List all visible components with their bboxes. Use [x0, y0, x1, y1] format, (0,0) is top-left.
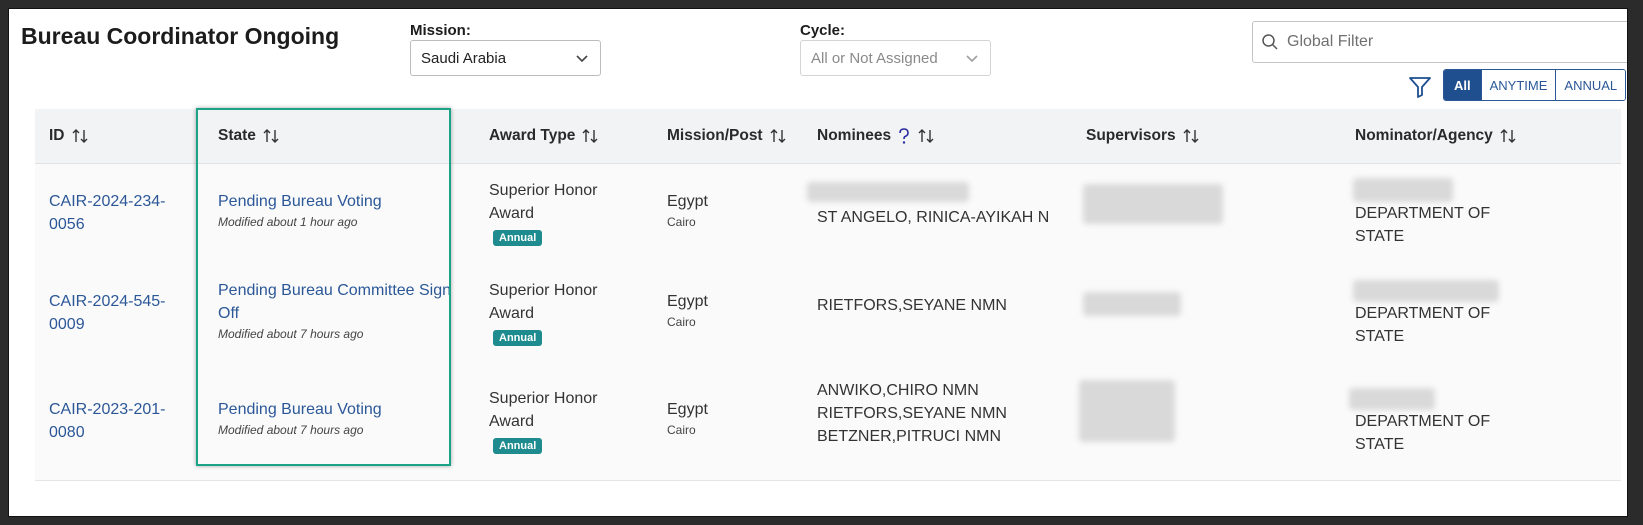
table-row[interactable]: CAIR-2023-201- 0080 Pending Bureau Votin… [35, 364, 1621, 481]
redacted-supervisor [1083, 184, 1223, 224]
agency-cell: DEPARTMENT OF STATE [1355, 205, 1491, 245]
mission-post-cell: Egypt Cairo [667, 293, 708, 329]
sort-icon [770, 129, 786, 143]
cycle-select-value: All or Not Assigned [811, 49, 938, 67]
segment-all[interactable]: All [1444, 70, 1481, 100]
award-type-cell: Superior Honor Award Annual [489, 282, 598, 346]
nomination-id-link[interactable]: CAIR-2023-201- 0080 [49, 398, 166, 444]
column-header-nominees[interactable]: Nominees [817, 109, 935, 163]
table-header: ID State Award Type Mission/Post Nominee… [35, 109, 1621, 164]
segment-annual[interactable]: ANNUAL [1555, 70, 1626, 100]
redacted-text [807, 182, 969, 202]
sort-icon [582, 129, 598, 143]
cycle-select[interactable]: All or Not Assigned [800, 40, 991, 76]
award-cycle-badge: Annual [493, 438, 543, 454]
agency-cell: DEPARTMENT OF STATE [1355, 305, 1491, 345]
state-link[interactable]: Pending Bureau Voting [218, 190, 382, 213]
agency-cell: DEPARTMENT OF STATE [1355, 413, 1491, 453]
nominees-cell: ANWIKO,CHIRO NMN RIETFORS,SEYANE NMN BET… [817, 382, 1007, 445]
mission-select-value: Saudi Arabia [421, 49, 507, 67]
mission-post-cell: Egypt Cairo [667, 193, 708, 229]
sort-icon [918, 129, 934, 143]
modified-text: Modified about 7 hours ago [218, 423, 364, 437]
column-header-award-type[interactable]: Award Type [489, 109, 599, 163]
column-header-id[interactable]: ID [49, 109, 89, 163]
page-title: Bureau Coordinator Ongoing [21, 23, 340, 49]
nominees-cell: ST ANGELO, RINICA-AYIKAH N [817, 209, 1050, 226]
global-filter-placeholder: Global Filter [1287, 33, 1374, 50]
award-cycle-toggle: All ANYTIME ANNUAL [1443, 69, 1627, 101]
table-row[interactable]: CAIR-2024-545- 0009 Pending Bureau Commi… [35, 264, 1621, 365]
nominees-cell: RIETFORS,SEYANE NMN [817, 297, 1007, 314]
award-type-cell: Superior Honor Award Annual [489, 182, 598, 246]
nomination-id-link[interactable]: CAIR-2024-545- 0009 [49, 290, 166, 336]
modified-text: Modified about 7 hours ago [218, 327, 364, 341]
sort-icon [1183, 129, 1199, 143]
mission-select[interactable]: Saudi Arabia [410, 40, 601, 76]
question-mark-icon[interactable] [897, 127, 911, 145]
sort-icon [1500, 129, 1516, 143]
state-link[interactable]: Pending Bureau Voting [218, 398, 382, 421]
redacted-supervisor [1083, 292, 1181, 316]
nomination-id-link[interactable]: CAIR-2024-234- 0056 [49, 190, 166, 236]
chevron-down-icon [576, 55, 588, 63]
search-icon [1262, 34, 1278, 50]
sort-icon [263, 129, 279, 143]
table-row[interactable]: CAIR-2024-234- 0056 Pending Bureau Votin… [35, 164, 1621, 265]
mission-label: Mission: [410, 22, 471, 39]
mission-post-cell: Egypt Cairo [667, 401, 708, 437]
redacted-nominator [1349, 388, 1435, 410]
column-header-mission-post[interactable]: Mission/Post [667, 109, 787, 163]
state-link[interactable]: Pending Bureau Committee Sign [218, 279, 451, 302]
chevron-down-icon [966, 55, 978, 63]
award-type-cell: Superior Honor Award Annual [489, 390, 598, 454]
modified-text: Modified about 1 hour ago [218, 215, 358, 229]
award-cycle-badge: Annual [493, 230, 543, 246]
redacted-nominator [1353, 178, 1453, 202]
filter-icon[interactable] [1407, 74, 1433, 100]
segment-anytime[interactable]: ANYTIME [1480, 70, 1556, 100]
app-window: Bureau Coordinator Ongoing Mission: Saud… [8, 8, 1628, 517]
redacted-nominator [1353, 280, 1499, 302]
sort-icon [72, 129, 87, 143]
award-cycle-badge: Annual [493, 330, 543, 346]
global-filter-input[interactable]: Global Filter [1252, 21, 1627, 63]
cycle-label: Cycle: [800, 22, 846, 39]
column-header-nominator-agency[interactable]: Nominator/Agency [1355, 109, 1517, 163]
redacted-supervisor [1079, 380, 1175, 442]
state-cell: Pending Bureau Voting Modified about 1 h… [218, 190, 382, 231]
state-cell: Pending Bureau Voting Modified about 7 h… [218, 398, 382, 439]
column-header-state[interactable]: State [218, 109, 280, 163]
column-header-supervisors[interactable]: Supervisors [1086, 109, 1200, 163]
nominations-table: ID State Award Type Mission/Post Nominee… [35, 109, 1621, 499]
state-cell: Pending Bureau Committee Sign Off Modifi… [218, 279, 451, 343]
